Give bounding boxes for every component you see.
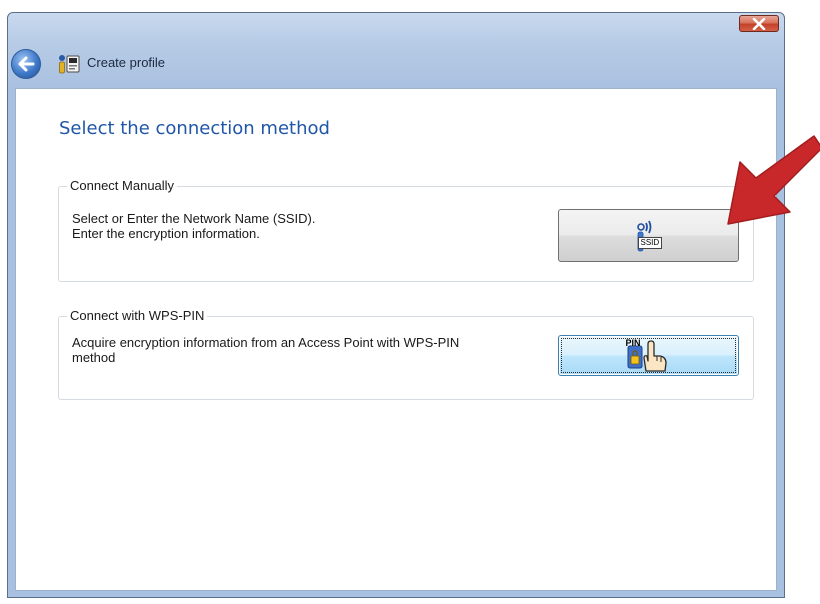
screen: Create profile Select the connection met… [0,0,820,604]
window-title: Create profile [87,55,166,70]
connect-manually-group: Connect Manually Select or Enter the Net… [58,178,754,282]
pin-hand-icon: PIN [626,338,672,374]
description-line: method [72,350,116,365]
dialog-window: Create profile Select the connection met… [7,12,785,598]
description-line: Enter the encryption information. [72,226,260,241]
back-arrow-icon [18,56,35,72]
ssid-signal-icon: SSID [629,219,669,253]
description-line: Select or Enter the Network Name (SSID). [72,211,316,226]
title-bar: Create profile [8,13,784,88]
ssid-label: SSID [637,236,663,249]
back-button[interactable] [11,49,41,79]
client-area: Select the connection method Connect Man… [15,88,777,591]
page-heading: Select the connection method [59,118,330,139]
wireless-profile-icon [59,55,80,74]
connect-wps-pin-legend: Connect with WPS-PIN [67,308,208,324]
close-button[interactable] [739,15,779,32]
connect-manually-button[interactable]: SSID [558,209,739,262]
connect-wps-pin-group: Connect with WPS-PIN Acquire encryption … [58,308,754,400]
red-arrow-icon [727,135,820,225]
connect-manually-description: Select or Enter the Network Name (SSID).… [72,211,542,241]
description-line: Acquire encryption information from an A… [72,335,460,350]
close-icon [752,17,766,30]
pin-label: PIN [625,337,641,348]
connect-wps-pin-description: Acquire encryption information from an A… [72,335,542,365]
connect-manually-legend: Connect Manually [67,178,178,194]
connect-wps-pin-button[interactable]: PIN [558,335,739,376]
